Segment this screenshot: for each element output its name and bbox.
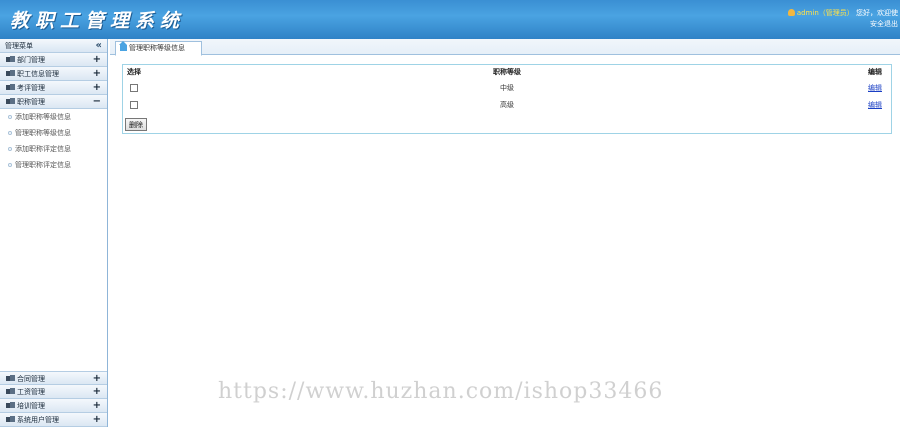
sidebar: 管理菜单 « 部门管理 + 职工信息管理 + 考评管理 + 职称管理 − 添加职… bbox=[0, 39, 108, 427]
bullet-icon bbox=[8, 115, 12, 119]
group-icon bbox=[6, 84, 15, 90]
table-row: 中级 编辑 bbox=[123, 79, 891, 96]
group-icon bbox=[6, 70, 15, 76]
row-checkbox[interactable] bbox=[130, 83, 138, 92]
user-bar: admin（管理员） 您好，欢迎使 安全退出 bbox=[787, 8, 898, 30]
group-icon bbox=[6, 56, 15, 62]
app-title: 教职工管理系统 bbox=[10, 10, 186, 32]
column-header-level: 职称等级 bbox=[493, 68, 521, 76]
sidebar-item-label: 添加职称等级信息 bbox=[15, 113, 71, 121]
sidebar-group-label: 系统用户管理 bbox=[17, 416, 59, 424]
expand-icon[interactable]: + bbox=[93, 413, 101, 427]
collapse-icon[interactable]: − bbox=[93, 95, 101, 109]
sidebar-item-add-title-evaluation[interactable]: 添加职称评定信息 bbox=[0, 141, 107, 157]
sidebar-item-manage-title-evaluation[interactable]: 管理职称评定信息 bbox=[0, 157, 107, 173]
expand-icon[interactable]: + bbox=[93, 372, 101, 386]
sidebar-item-manage-title-level[interactable]: 管理职称等级信息 bbox=[0, 125, 107, 141]
sidebar-group-evaluation[interactable]: 考评管理 + bbox=[0, 81, 107, 95]
bullet-icon bbox=[8, 147, 12, 151]
sidebar-group-contract[interactable]: 合同管理 + bbox=[0, 371, 107, 385]
group-icon bbox=[6, 375, 15, 381]
sidebar-group-label: 考评管理 bbox=[17, 84, 45, 92]
expand-icon[interactable]: + bbox=[93, 385, 101, 399]
sidebar-group-label: 职称管理 bbox=[17, 98, 45, 106]
sidebar-group-title-management[interactable]: 职称管理 − bbox=[0, 95, 107, 109]
sidebar-group-staff-info[interactable]: 职工信息管理 + bbox=[0, 67, 107, 81]
row-select-cell bbox=[123, 79, 183, 96]
sidebar-group-label: 职工信息管理 bbox=[17, 70, 59, 78]
row-checkbox[interactable] bbox=[130, 100, 138, 109]
sidebar-bottom-groups: 合同管理 + 工资管理 + 培训管理 + 系统用户管理 + bbox=[0, 371, 107, 427]
row-edit-cell: 编辑 bbox=[831, 79, 891, 96]
expand-icon[interactable]: + bbox=[93, 53, 101, 67]
group-icon bbox=[6, 388, 15, 394]
home-icon bbox=[119, 41, 127, 51]
group-icon bbox=[6, 402, 15, 408]
sidebar-item-label: 添加职称评定信息 bbox=[15, 145, 71, 153]
greeting-text: 您好，欢迎使 bbox=[856, 9, 898, 17]
user-icon bbox=[787, 9, 795, 16]
expand-icon[interactable]: + bbox=[93, 67, 101, 81]
bullet-icon bbox=[8, 131, 12, 135]
app-header: 教职工管理系统 admin（管理员） 您好，欢迎使 安全退出 bbox=[0, 0, 900, 39]
row-level-cell: 中级 bbox=[500, 83, 514, 92]
sidebar-item-add-title-level[interactable]: 添加职称等级信息 bbox=[0, 109, 107, 125]
logout-link[interactable]: 安全退出 bbox=[870, 20, 898, 28]
sidebar-group-system-users[interactable]: 系统用户管理 + bbox=[0, 413, 107, 427]
sidebar-group-label: 合同管理 bbox=[17, 375, 45, 383]
sidebar-group-training[interactable]: 培训管理 + bbox=[0, 399, 107, 413]
title-level-panel: 选择 职称等级 编辑 中级 编辑 高级 编辑 删除 bbox=[122, 64, 892, 134]
table-header-row: 选择 职称等级 编辑 bbox=[123, 65, 891, 79]
sidebar-menu-title: 管理菜单 bbox=[5, 42, 33, 50]
edit-link[interactable]: 编辑 bbox=[868, 101, 882, 109]
sidebar-group-label: 部门管理 bbox=[17, 56, 45, 64]
column-header-select: 选择 bbox=[127, 68, 141, 76]
main-content: 管理职称等级信息 选择 职称等级 编辑 中级 编辑 高级 编辑 删除 bbox=[110, 39, 900, 427]
row-select-cell bbox=[123, 96, 183, 113]
sidebar-group-salary[interactable]: 工资管理 + bbox=[0, 385, 107, 399]
sidebar-menu-header: 管理菜单 « bbox=[0, 39, 107, 53]
sidebar-group-label: 工资管理 bbox=[17, 388, 45, 396]
collapse-sidebar-icon[interactable]: « bbox=[96, 39, 102, 53]
bullet-icon bbox=[8, 163, 12, 167]
expand-icon[interactable]: + bbox=[93, 81, 101, 95]
expand-icon[interactable]: + bbox=[93, 399, 101, 413]
tab-label: 管理职称等级信息 bbox=[129, 44, 185, 52]
row-edit-cell: 编辑 bbox=[831, 96, 891, 113]
group-icon bbox=[6, 98, 15, 104]
sidebar-item-label: 管理职称评定信息 bbox=[15, 161, 71, 169]
group-icon bbox=[6, 416, 15, 422]
sidebar-group-label: 培训管理 bbox=[17, 402, 45, 410]
sidebar-group-department[interactable]: 部门管理 + bbox=[0, 53, 107, 67]
edit-link[interactable]: 编辑 bbox=[868, 84, 882, 92]
sidebar-item-label: 管理职称等级信息 bbox=[15, 129, 71, 137]
user-name: admin（管理员） bbox=[796, 9, 854, 17]
row-level-cell: 高级 bbox=[500, 100, 514, 109]
tab-manage-title-level[interactable]: 管理职称等级信息 bbox=[115, 41, 202, 56]
delete-button[interactable]: 删除 bbox=[125, 118, 147, 131]
column-header-edit: 编辑 bbox=[868, 68, 882, 76]
table-row: 高级 编辑 bbox=[123, 96, 891, 113]
title-level-table: 选择 职称等级 编辑 中级 编辑 高级 编辑 bbox=[123, 65, 891, 113]
tab-bar: 管理职称等级信息 bbox=[110, 39, 900, 56]
